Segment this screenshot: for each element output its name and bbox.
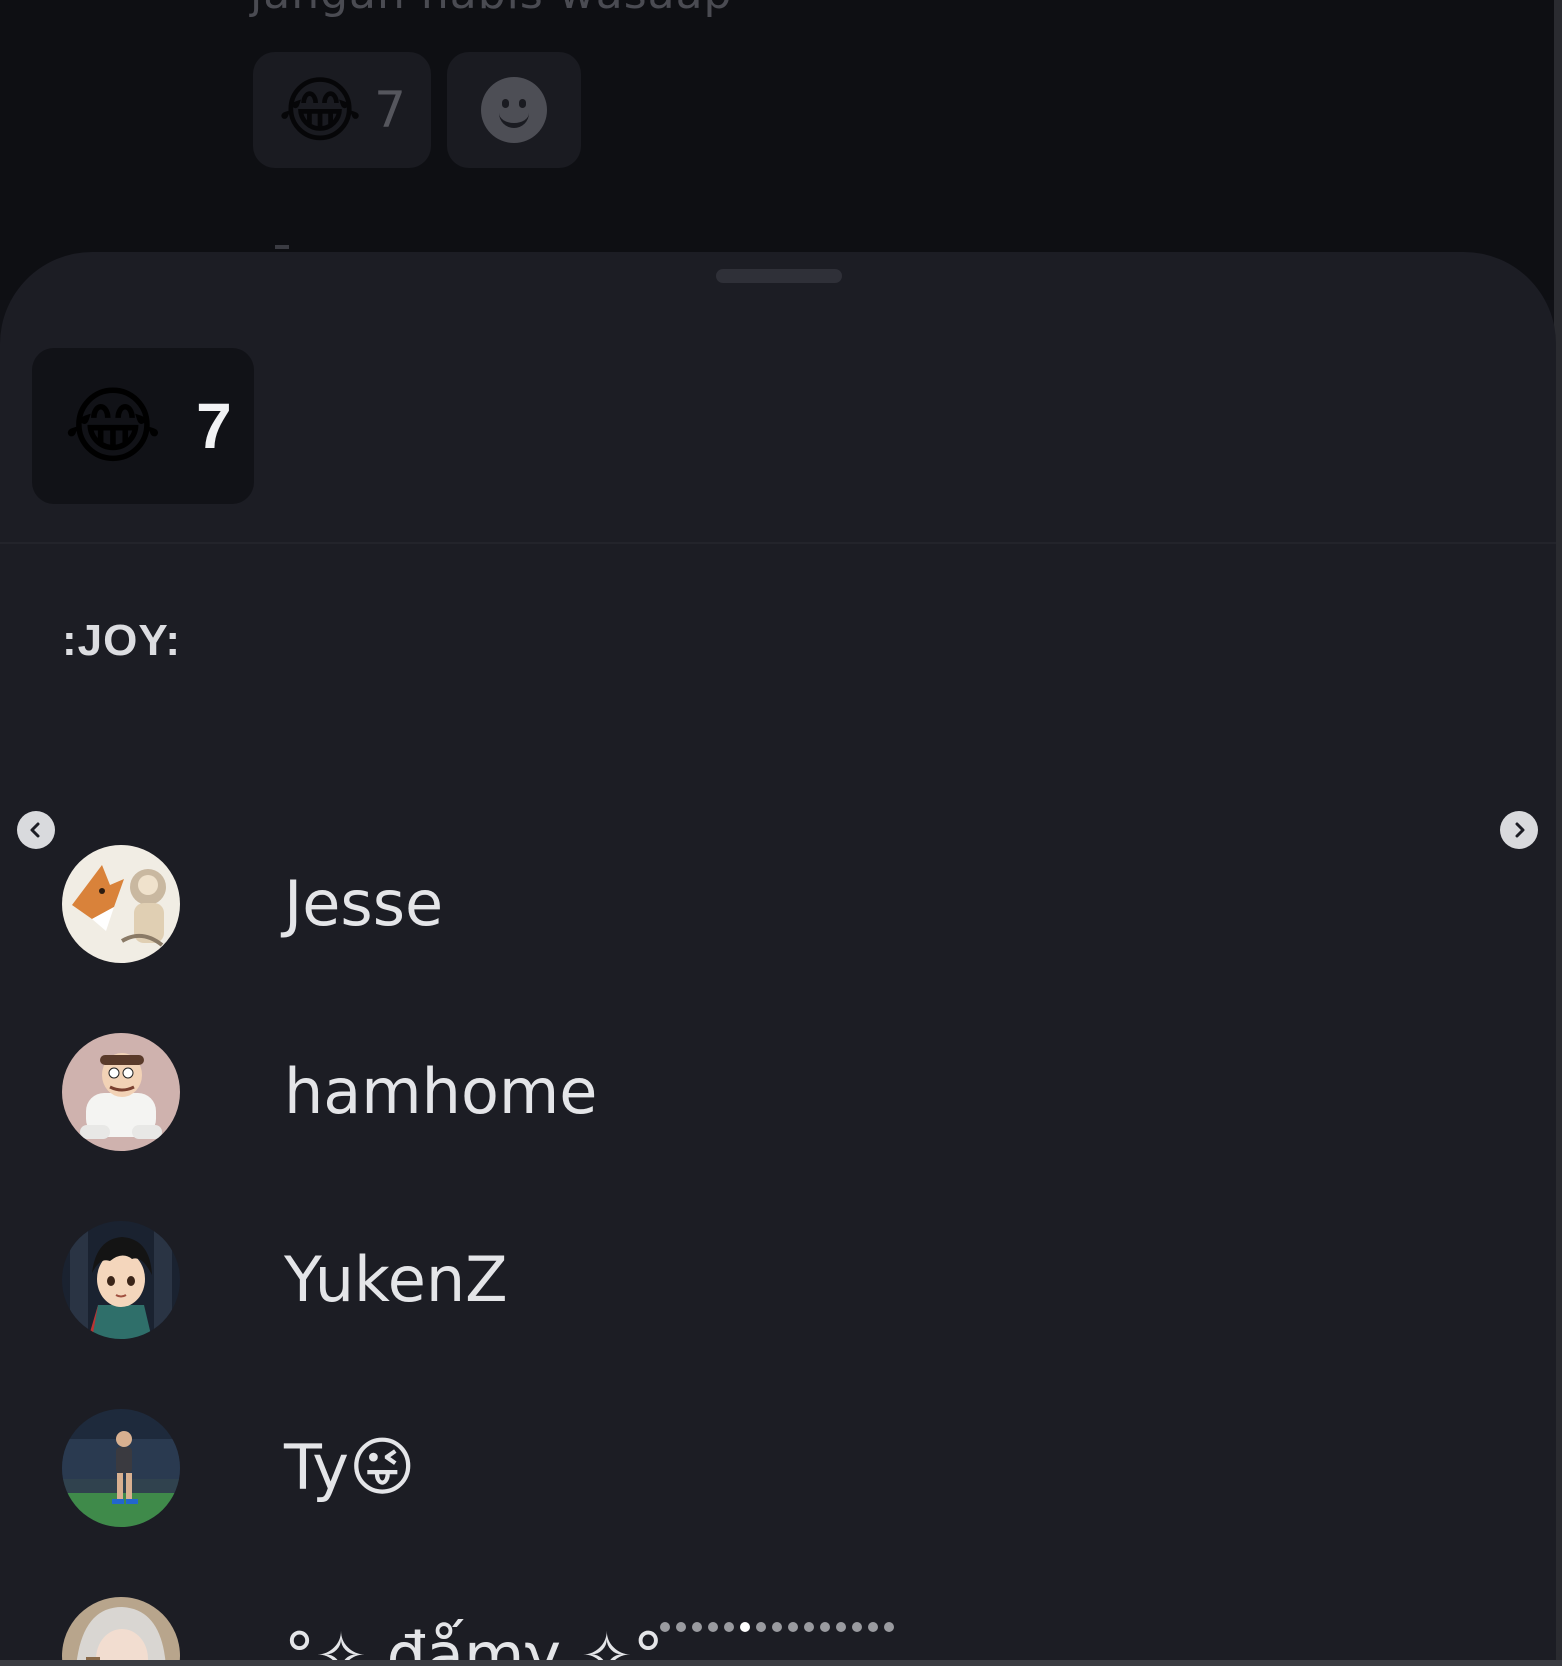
- carousel-dot[interactable]: [676, 1622, 686, 1632]
- user-row-damy[interactable]: °✧ đǻmγ ✧°: [62, 1596, 664, 1666]
- carousel-dot[interactable]: [692, 1622, 702, 1632]
- carousel-dot[interactable]: [772, 1622, 782, 1632]
- carousel-dot[interactable]: [820, 1622, 830, 1632]
- username: hamhome: [284, 1055, 598, 1128]
- add-reaction-smiley-icon: [481, 77, 547, 143]
- anime-boy-avatar: [62, 1221, 180, 1339]
- carousel-page-indicator: [660, 1622, 894, 1632]
- fox-and-child-avatar: [62, 845, 180, 963]
- carousel-dot[interactable]: [836, 1622, 846, 1632]
- anime-girl-avatar: [62, 1597, 180, 1666]
- background-joy-reaction[interactable]: 😂 7: [253, 52, 431, 168]
- username: Jesse: [284, 867, 444, 940]
- screen: jangan nabis wasaap 😂 7 😂 7 :JOY:: [0, 0, 1562, 1666]
- reaction-tab-joy[interactable]: 😂 7: [32, 348, 254, 504]
- carousel-dot[interactable]: [724, 1622, 734, 1632]
- player-on-field-avatar: [62, 1409, 180, 1527]
- chevron-right-icon: [1515, 822, 1525, 838]
- username: Ty😜: [284, 1431, 416, 1505]
- username: °✧ đǻmγ ✧°: [284, 1619, 664, 1666]
- user-row-hamhome[interactable]: hamhome: [62, 1032, 597, 1152]
- user-row-ty[interactable]: Ty😜: [62, 1408, 416, 1528]
- bottom-edge: [0, 1660, 1562, 1666]
- user-row-jesse[interactable]: Jesse: [62, 844, 443, 964]
- previous-slide-button[interactable]: [17, 811, 55, 849]
- background-message-text: jangan nabis wasaap: [250, 0, 732, 19]
- joy-emoji-icon: 😂: [64, 377, 163, 475]
- carousel-dot[interactable]: [868, 1622, 878, 1632]
- joy-emoji-icon: 😂: [278, 68, 363, 152]
- username: YukenZ: [284, 1243, 508, 1316]
- winking-tongue-emoji: 😜: [348, 1431, 416, 1505]
- emoji-name-label: :JOY:: [62, 616, 182, 665]
- reactions-sheet: 😂 7 :JOY: Jesse hamhome YukenZ Ty😜 °✧ đǻ…: [0, 252, 1556, 1666]
- next-slide-button[interactable]: [1500, 811, 1538, 849]
- carousel-dot[interactable]: [788, 1622, 798, 1632]
- chevron-left-icon: [30, 822, 40, 838]
- carousel-dot[interactable]: [660, 1622, 670, 1632]
- carousel-dot-active[interactable]: [740, 1622, 750, 1632]
- background-text-fragment: [275, 245, 289, 249]
- background-reaction-count: 7: [374, 81, 406, 139]
- carousel-dot[interactable]: [804, 1622, 814, 1632]
- carousel-dot[interactable]: [708, 1622, 718, 1632]
- carousel-dot[interactable]: [756, 1622, 766, 1632]
- carousel-dot[interactable]: [852, 1622, 862, 1632]
- reaction-tab-count: 7: [196, 390, 232, 462]
- peter-griffin-avatar: [62, 1033, 180, 1151]
- carousel-dot[interactable]: [884, 1622, 894, 1632]
- user-row-yukenz[interactable]: YukenZ: [62, 1220, 508, 1340]
- divider: [0, 542, 1556, 544]
- add-reaction-button[interactable]: [447, 52, 581, 168]
- sheet-drag-handle[interactable]: [716, 269, 842, 283]
